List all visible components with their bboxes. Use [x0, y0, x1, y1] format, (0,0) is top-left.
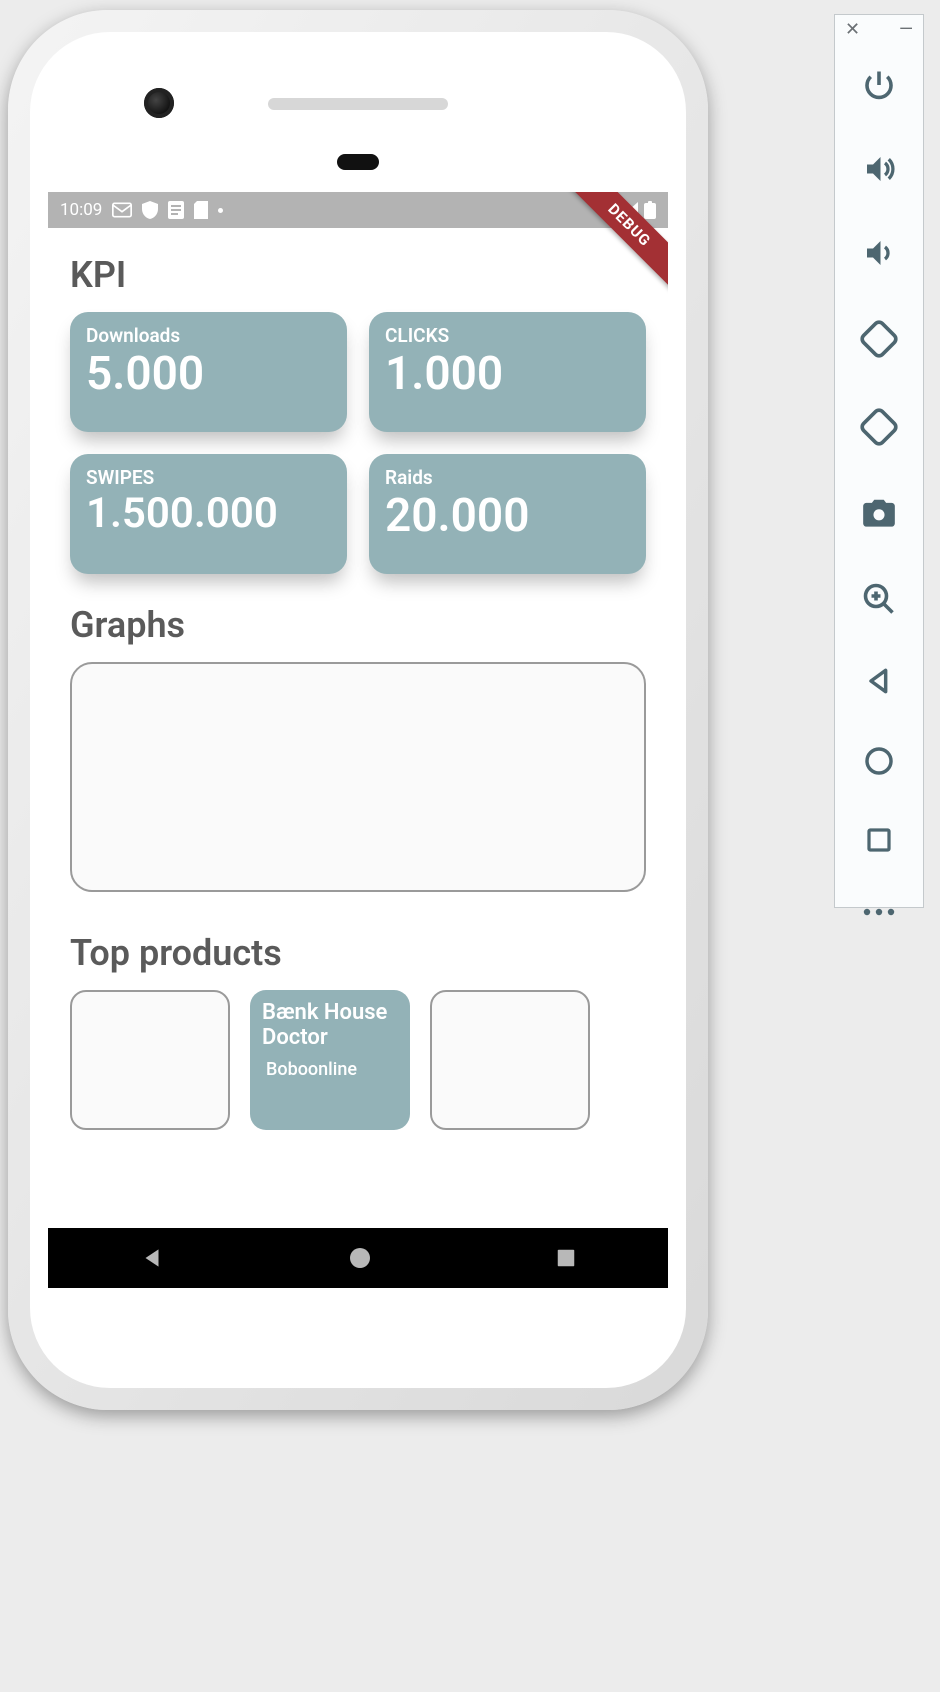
product-title: Bænk House Doctor [262, 1000, 398, 1051]
kpi-card-downloads[interactable]: Downloads 5.000 [70, 312, 347, 432]
emulator-toolbar: ✕ — [834, 14, 924, 908]
camera-dot [144, 88, 174, 118]
app-content[interactable]: KPI Downloads 5.000 CLICKS 1.000 SWIPES … [48, 228, 668, 1228]
phone-bezel: 10:09 [30, 32, 686, 1388]
kpi-label: Downloads [86, 324, 331, 347]
section-title-products: Top products [70, 932, 646, 974]
product-card[interactable] [430, 990, 590, 1130]
kpi-value: 1.000 [385, 349, 630, 400]
emulator-minimize-button[interactable]: — [899, 21, 913, 39]
recent-icon[interactable] [864, 825, 894, 859]
kpi-label: SWIPES [86, 466, 331, 489]
nav-back-button[interactable] [139, 1245, 165, 1271]
home-icon[interactable] [863, 745, 895, 781]
product-card[interactable] [70, 990, 230, 1130]
emulator-close-button[interactable]: ✕ [845, 21, 860, 39]
graph-placeholder[interactable] [70, 662, 646, 892]
rotate-left-icon[interactable] [859, 319, 899, 363]
gmail-icon [112, 202, 132, 218]
notes-icon [168, 201, 184, 219]
kpi-value: 5.000 [86, 349, 331, 400]
device-screen: 10:09 [48, 192, 668, 1288]
sensor-pill [337, 154, 379, 170]
nav-home-button[interactable] [348, 1246, 372, 1270]
shield-icon [142, 201, 158, 219]
more-icon[interactable] [862, 903, 896, 922]
section-title-kpi: KPI [70, 254, 646, 296]
speaker-grille [268, 98, 448, 110]
nav-recent-button[interactable] [555, 1247, 577, 1269]
battery-icon [644, 201, 656, 219]
status-bar: 10:09 [48, 192, 668, 228]
kpi-grid: Downloads 5.000 CLICKS 1.000 SWIPES 1.50… [70, 312, 646, 574]
product-subtitle: Boboonline [262, 1059, 398, 1080]
kpi-card-raids[interactable]: Raids 20.000 [369, 454, 646, 574]
rotate-right-icon[interactable] [859, 407, 899, 451]
status-dot [218, 208, 223, 213]
kpi-value: 20.000 [385, 491, 630, 542]
zoom-icon[interactable] [861, 581, 897, 621]
android-nav-bar [48, 1228, 668, 1288]
kpi-value: 1.500.000 [86, 491, 331, 537]
kpi-label: CLICKS [385, 324, 630, 347]
section-title-graphs: Graphs [70, 604, 646, 646]
status-time: 10:09 [60, 200, 102, 220]
back-icon[interactable] [863, 665, 895, 701]
screenshot-icon[interactable] [860, 495, 898, 537]
kpi-card-clicks[interactable]: CLICKS 1.000 [369, 312, 646, 432]
sd-icon [194, 201, 208, 219]
volume-down-icon[interactable] [861, 235, 897, 275]
products-row: Bænk House Doctor Boboonline [70, 990, 646, 1130]
phone-frame: 10:09 [8, 10, 708, 1410]
power-icon[interactable] [861, 67, 897, 107]
kpi-label: Raids [385, 466, 630, 489]
kpi-card-swipes[interactable]: SWIPES 1.500.000 [70, 454, 347, 574]
volume-up-icon[interactable] [861, 151, 897, 191]
product-card-featured[interactable]: Bænk House Doctor Boboonline [250, 990, 410, 1130]
